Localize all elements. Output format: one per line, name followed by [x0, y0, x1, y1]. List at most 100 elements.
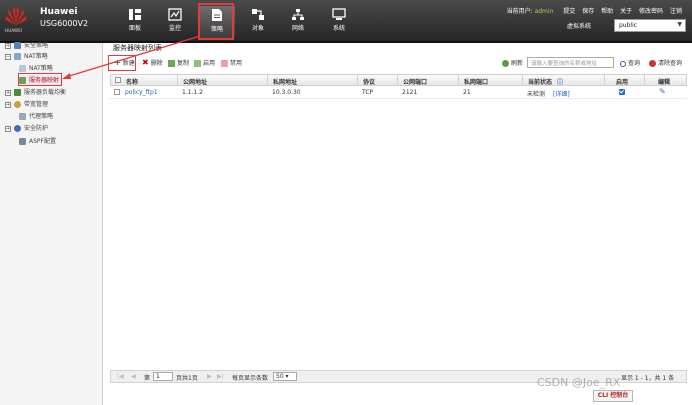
cli-console-button[interactable]: CLI 控制台	[593, 390, 633, 402]
clear-search-button[interactable]: 清除查询	[649, 58, 682, 67]
sidebar-item-label: 安全防护	[24, 125, 49, 132]
row-checkbox[interactable]	[114, 89, 120, 95]
refresh-icon	[502, 60, 509, 67]
prev-page-icon[interactable]: ◀	[131, 373, 136, 380]
link-submit[interactable]: 提交	[563, 8, 575, 15]
aspf-icon	[19, 138, 26, 145]
col-edit[interactable]: 编辑	[658, 77, 670, 86]
row-private-ip: 10.3.0.30	[272, 89, 301, 96]
row-public-ip: 1.1.1.2	[182, 89, 203, 96]
page-title: 服务器映射列表	[113, 44, 162, 52]
sidebar-item-label: ASPF配置	[29, 138, 56, 145]
row-status-detail-link[interactable]: [详细]	[553, 89, 570, 98]
row-name-link[interactable]: policy_ftp1	[125, 89, 158, 96]
col-public-port[interactable]: 公网端口	[403, 77, 427, 86]
highlight-box-server-mapping	[18, 73, 62, 86]
disable-button-label: 禁用	[230, 60, 243, 67]
toolbar: + 新建 ✖ 删除 复制 启用 禁用 刷新 请输入要查询的名称或地址 查询 清除查	[110, 55, 687, 73]
col-private-port[interactable]: 私网端口	[464, 77, 488, 86]
link-save[interactable]: 保存	[582, 8, 594, 15]
edit-icon[interactable]: ✎	[659, 87, 666, 96]
row-status: 未检测	[527, 91, 546, 98]
link-help[interactable]: 帮助	[601, 8, 613, 15]
row-enable-checkbox[interactable]	[619, 89, 625, 95]
nav-dashboard-label: 面板	[128, 25, 141, 32]
collapse-icon[interactable]: −	[5, 53, 11, 60]
per-page-select[interactable]: 50 ▾	[273, 372, 297, 381]
vsys-select[interactable]: public ▼	[614, 19, 686, 32]
column-divider	[397, 75, 398, 86]
page-number-input[interactable]: 1	[153, 372, 173, 381]
nat-icon	[14, 53, 21, 60]
col-enable[interactable]: 启用	[616, 77, 628, 86]
sidebar-item-aspf[interactable]: ASPF配置	[19, 136, 56, 146]
nav-network-label: 网络	[291, 25, 304, 32]
last-page-icon[interactable]: ▶|	[217, 373, 224, 380]
sidebar-item-nat-policy-group[interactable]: − NAT策略	[5, 51, 48, 61]
sidebar-item-label: NAT策略	[29, 65, 53, 72]
enable-button-label: 启用	[203, 60, 216, 67]
delete-button[interactable]: ✖ 删除	[142, 58, 163, 68]
disable-button[interactable]: 禁用	[221, 58, 242, 67]
copy-button-label: 复制	[177, 60, 190, 67]
nat-policy-icon	[19, 65, 26, 72]
enable-button[interactable]: 启用	[194, 58, 215, 67]
col-private-ip[interactable]: 私网地址	[273, 77, 297, 86]
sidebar-item-bandwidth[interactable]: + 带宽管理	[5, 99, 48, 109]
sidebar	[0, 43, 103, 405]
clear-icon	[649, 60, 656, 67]
vsys-value: public	[619, 22, 638, 29]
device-model: USG6000V2	[40, 19, 89, 28]
nav-monitor[interactable]: 监控	[157, 6, 193, 38]
enable-icon	[194, 60, 201, 67]
first-page-icon[interactable]: |◀	[117, 373, 124, 380]
link-logout[interactable]: 注销	[670, 8, 682, 15]
col-name[interactable]: 名称	[126, 77, 138, 86]
network-icon	[292, 9, 304, 20]
column-divider	[357, 75, 358, 86]
nav-monitor-label: 监控	[168, 25, 181, 32]
disable-icon	[221, 60, 228, 67]
huawei-logo: HUAWEI	[4, 6, 34, 38]
link-change-password[interactable]: 修改密码	[639, 8, 663, 15]
sidebar-item-label: 代理策略	[29, 113, 54, 120]
column-divider	[522, 75, 523, 86]
expand-icon[interactable]: +	[5, 101, 11, 108]
sidebar-item-security-policy[interactable]: + 安全策略	[5, 40, 48, 50]
copy-button[interactable]: 复制	[168, 58, 189, 67]
refresh-button[interactable]: 刷新	[502, 58, 523, 67]
sidebar-item-label: 带宽管理	[24, 101, 49, 108]
search-button[interactable]: 查询	[620, 58, 640, 67]
next-page-icon[interactable]: ▶	[207, 373, 212, 380]
nav-object[interactable]: 对象	[240, 6, 276, 38]
row-public-port: 2121	[402, 89, 418, 96]
col-status[interactable]: 当前状态	[528, 77, 552, 86]
sidebar-item-server-lb[interactable]: + 服务器负载均衡	[5, 87, 66, 97]
help-icon[interactable]: ⓘ	[557, 77, 563, 86]
nav-network[interactable]: 网络	[280, 6, 316, 38]
select-all-checkbox[interactable]	[115, 77, 121, 83]
expand-icon[interactable]: +	[5, 125, 11, 132]
expand-icon[interactable]: +	[5, 42, 11, 49]
expand-icon[interactable]: +	[5, 89, 11, 96]
sidebar-item-security-protection[interactable]: + 安全防护	[5, 123, 48, 133]
row-protocol: TCP	[362, 89, 374, 96]
nav-system[interactable]: 系统	[321, 6, 357, 38]
watermark: CSDN @Joe_RX	[537, 376, 621, 389]
shield-icon	[14, 125, 21, 132]
copy-icon	[168, 60, 175, 67]
sidebar-item-nat-policy[interactable]: NAT策略	[19, 63, 53, 73]
col-protocol[interactable]: 协议	[363, 77, 375, 86]
col-public-ip[interactable]: 公网地址	[183, 77, 207, 86]
sidebar-item-label: NAT策略	[24, 53, 48, 60]
sidebar-item-proxy-policy[interactable]: 代理策略	[19, 111, 53, 121]
header-links: 当前用户: admin 提交 保存 帮助 关于 修改密码 注销	[507, 6, 682, 15]
column-divider	[644, 75, 645, 86]
sidebar-item-label: 安全策略	[24, 42, 49, 49]
link-about[interactable]: 关于	[620, 8, 632, 15]
search-button-label: 查询	[628, 60, 641, 67]
system-icon	[332, 8, 346, 20]
search-input[interactable]: 请输入要查询的名称或地址	[527, 57, 614, 68]
table-row[interactable]: policy_ftp1 1.1.1.2 10.3.0.30 TCP 2121 2…	[110, 86, 687, 99]
nav-dashboard[interactable]: 面板	[117, 6, 153, 38]
